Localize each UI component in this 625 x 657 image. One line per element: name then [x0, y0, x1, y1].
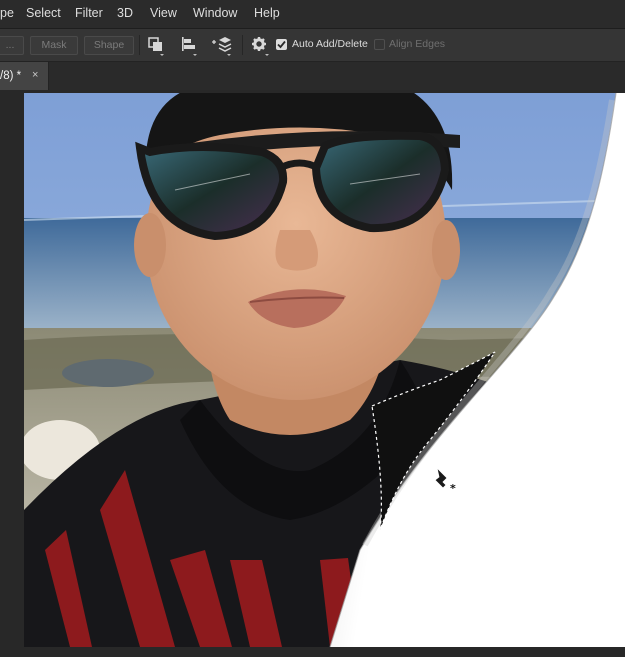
menu-item-select[interactable]: Select — [26, 6, 61, 20]
menu-item-window[interactable]: Window — [193, 6, 237, 20]
auto-add-delete-checkbox[interactable] — [276, 39, 287, 50]
menu-bar: pe Select Filter 3D View Window Help — [0, 0, 625, 29]
path-alignment-icon[interactable] — [181, 36, 199, 61]
path-arrangement-icon[interactable] — [211, 36, 233, 61]
options-divider — [242, 35, 243, 55]
checkmark-icon — [277, 40, 286, 49]
make-mask-button[interactable]: Mask — [30, 36, 78, 55]
menu-item-help[interactable]: Help — [254, 6, 280, 20]
align-edges-checkbox[interactable] — [374, 39, 385, 50]
menu-item-3d[interactable]: 3D — [117, 6, 133, 20]
close-tab-icon[interactable]: × — [32, 69, 38, 81]
options-bar: ... Mask Shape Auto Add/Delete Align Edg… — [0, 29, 625, 62]
canvas-area[interactable]: * — [0, 90, 625, 657]
auto-add-delete-label[interactable]: Auto Add/Delete — [292, 38, 368, 50]
gear-icon[interactable] — [251, 36, 271, 61]
document-tab-bar: /8) * × — [0, 62, 625, 90]
menu-item-file[interactable]: pe — [0, 6, 14, 20]
document-canvas[interactable]: * — [0, 90, 625, 657]
make-shape-button[interactable]: Shape — [84, 36, 134, 55]
options-divider — [139, 35, 140, 55]
canvas-bottom-margin — [0, 647, 625, 657]
svg-text:*: * — [450, 482, 456, 495]
path-operations-icon[interactable] — [148, 36, 166, 61]
canvas-margin — [0, 90, 24, 657]
menu-item-view[interactable]: View — [150, 6, 177, 20]
align-edges-label[interactable]: Align Edges — [389, 38, 445, 50]
document-tab-title: /8) * — [0, 70, 22, 82]
menu-item-filter[interactable]: Filter — [75, 6, 103, 20]
make-selection-button[interactable]: ... — [0, 36, 24, 55]
document-tab[interactable]: /8) * × — [0, 62, 49, 90]
